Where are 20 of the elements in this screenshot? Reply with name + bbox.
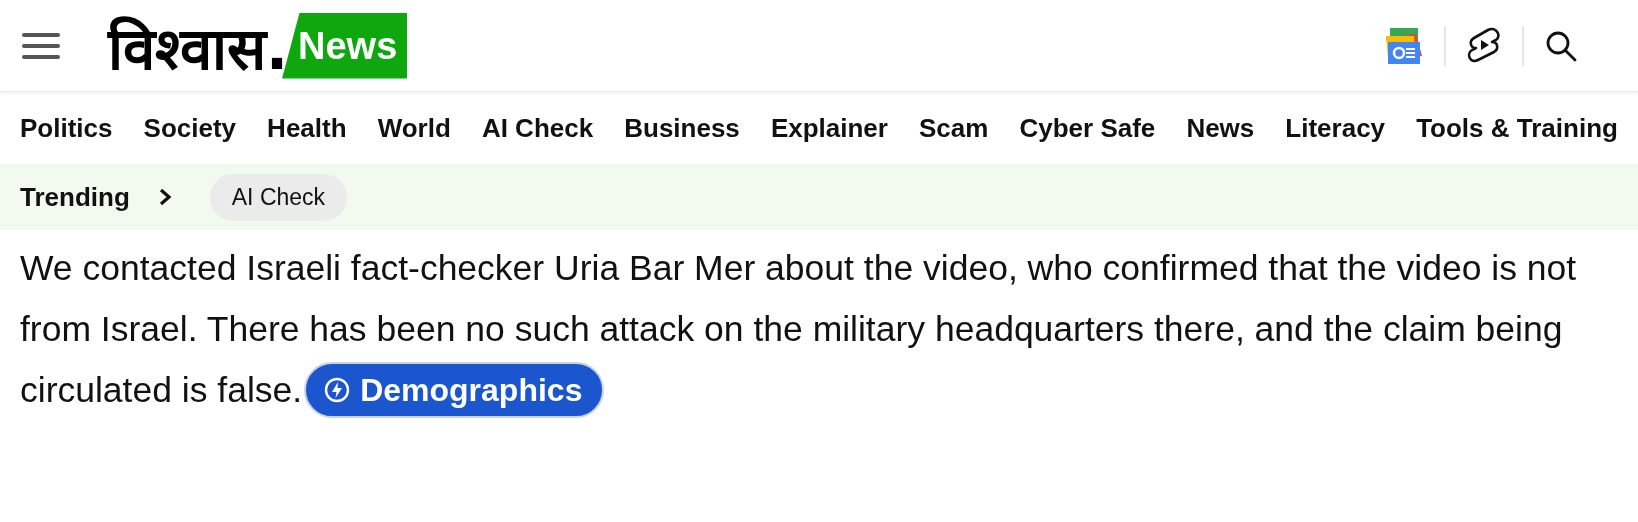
topic-button[interactable]: Demographics	[304, 361, 605, 418]
nav-link[interactable]: Business	[624, 112, 740, 144]
nav-link[interactable]: Society	[143, 112, 237, 144]
article-paragraph: We contacted Israeli fact-checker Uria Bar Mer about the video, who confirmed that the video is not from Israel. There has been no such attack on the military headquarters there, and the claim being circulated is false. Demographics	[0, 238, 1610, 421]
chevron-right-icon	[157, 187, 172, 207]
nav-link[interactable]: Literacy	[1285, 112, 1386, 144]
nav-link[interactable]: News	[1186, 112, 1255, 144]
menu-icon[interactable]	[22, 30, 60, 61]
nav-link[interactable]: World	[377, 112, 451, 144]
news-app-icon[interactable]	[1384, 25, 1424, 66]
trending-label: Trending	[20, 181, 130, 213]
nav-link[interactable]: Explainer	[770, 112, 888, 144]
nav-link[interactable]: Scam	[919, 112, 989, 144]
nav-link[interactable]: Cyber Safe	[1019, 112, 1156, 144]
lightning-icon	[324, 376, 351, 403]
nav-link[interactable]: Tools & Training	[1416, 112, 1618, 144]
nav-link[interactable]: AI Check	[481, 112, 594, 144]
nav-link[interactable]: Health	[267, 112, 347, 144]
trending-chip[interactable]: AI Check	[209, 173, 348, 221]
nav-link[interactable]: Politics	[20, 112, 113, 144]
